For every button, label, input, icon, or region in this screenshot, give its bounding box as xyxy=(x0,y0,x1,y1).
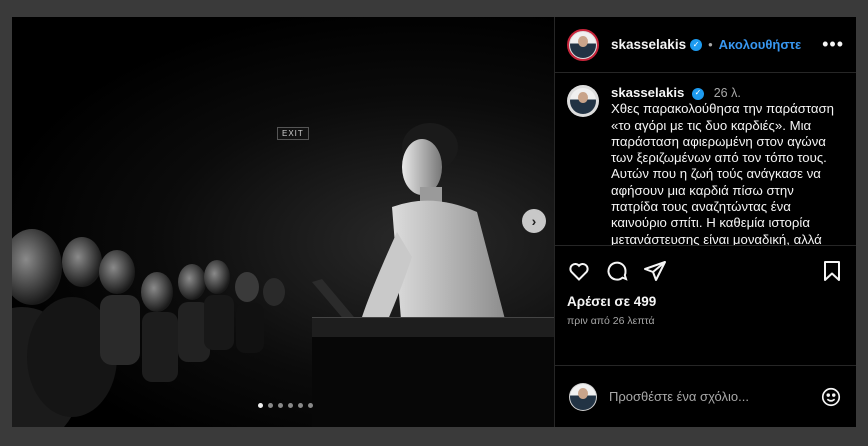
comment-input[interactable] xyxy=(609,389,820,404)
post-media[interactable]: EXIT › xyxy=(12,17,554,427)
post-modal: EXIT › skasselakis ✓ • Ακολουθήστε ••• s… xyxy=(12,17,856,427)
next-slide-button[interactable]: › xyxy=(522,209,546,233)
commenter-avatar xyxy=(569,382,597,411)
post-actions: Αρέσει σε 499 πριν από 26 λεπτά xyxy=(555,245,856,365)
slide-dot xyxy=(268,403,273,408)
verified-icon: ✓ xyxy=(692,87,705,100)
post-header: skasselakis ✓ • Ακολουθήστε ••• xyxy=(555,17,856,73)
heart-icon[interactable] xyxy=(567,259,591,283)
comment-icon[interactable] xyxy=(605,259,629,283)
comment-bar xyxy=(555,365,856,427)
bookmark-icon[interactable] xyxy=(820,259,844,283)
slide-dot xyxy=(258,403,263,408)
caption-time: 26 λ. xyxy=(713,86,741,100)
caption-avatar[interactable] xyxy=(567,85,599,117)
verified-icon: ✓ xyxy=(690,38,703,51)
slide-dot xyxy=(278,403,283,408)
separator: • xyxy=(708,37,713,52)
post-time: πριν από 26 λεπτά xyxy=(567,315,655,327)
slide-dot xyxy=(308,403,313,408)
slide-dot xyxy=(288,403,293,408)
caption-text: Χθες παρακολούθησα την παράσταση «το αγό… xyxy=(611,101,834,245)
share-icon[interactable] xyxy=(643,259,667,283)
avatar[interactable] xyxy=(567,28,599,61)
username[interactable]: skasselakis xyxy=(611,37,686,52)
caption-username[interactable]: skasselakis xyxy=(611,85,684,100)
caption: skasselakis ✓ 26 λ. Χθες παρακολούθησα τ… xyxy=(555,73,856,245)
emoji-icon[interactable] xyxy=(820,386,842,408)
slide-indicator xyxy=(258,403,313,408)
more-options-icon[interactable]: ••• xyxy=(822,34,844,55)
slide-dot xyxy=(298,403,303,408)
stage xyxy=(312,317,554,427)
follow-button[interactable]: Ακολουθήστε xyxy=(719,37,802,52)
likes-count[interactable]: Αρέσει σε 499 xyxy=(567,294,844,309)
post-side-panel: skasselakis ✓ • Ακολουθήστε ••• skassela… xyxy=(554,17,856,427)
caption-body: skasselakis ✓ 26 λ. Χθες παρακολούθησα τ… xyxy=(611,85,842,245)
